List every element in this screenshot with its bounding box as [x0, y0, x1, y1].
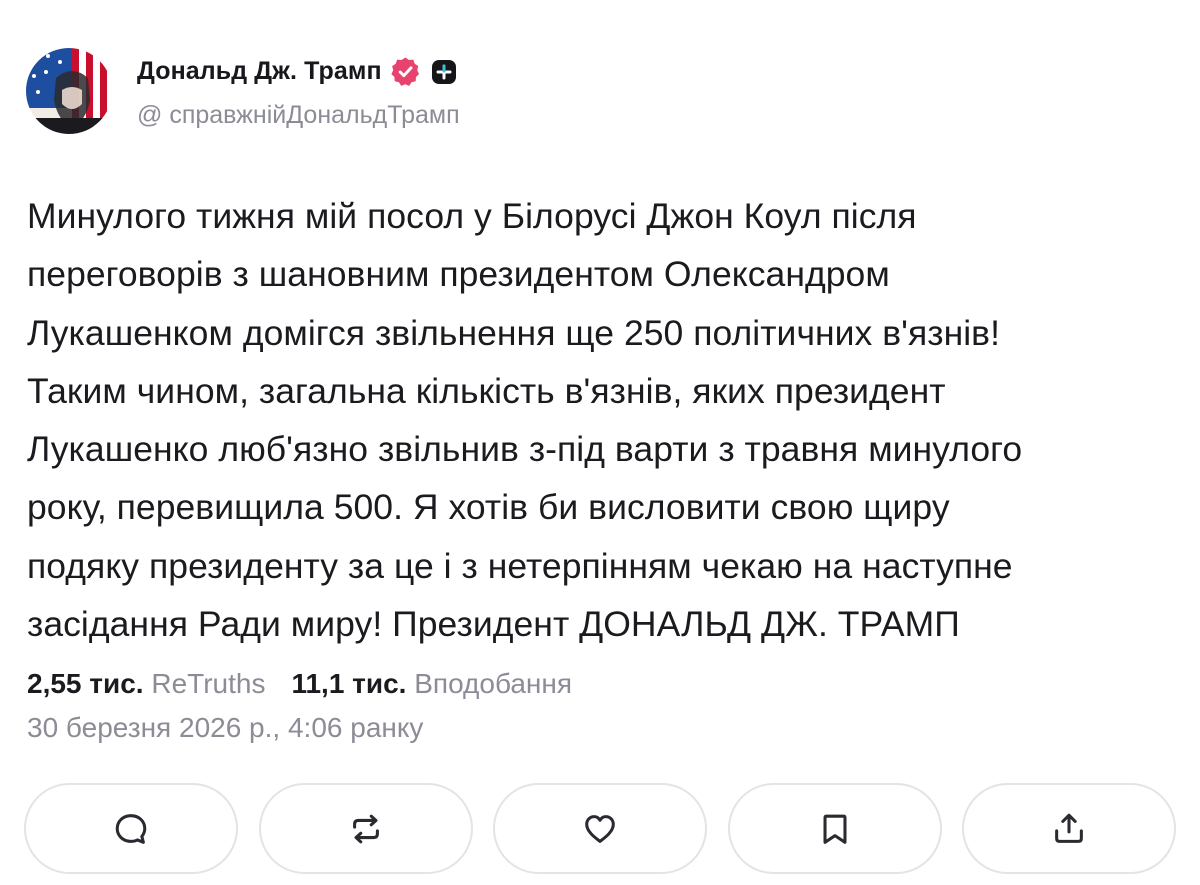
bookmark-icon — [823, 814, 846, 844]
post-line: Минулого тижня мій посол у Білорусі Джон… — [27, 196, 917, 236]
post-line: Лукашенко люб'язно звільнив з-під варти … — [27, 429, 1023, 470]
post-body: Минулого тижня мій посол у Білорусі Джон… — [27, 187, 1177, 653]
verified-badge-icon — [390, 56, 421, 87]
likes-stat[interactable]: 11,1 тис. Вподобання — [291, 668, 572, 699]
likes-label: Вподобання — [414, 668, 573, 699]
post-line: року, перевищила 500. Я хотів би вислови… — [27, 487, 950, 528]
reply-button[interactable] — [24, 783, 238, 874]
author-name[interactable]: Дональд Дж. Трамп — [137, 57, 382, 86]
post-line: переговорів з шановним президентом Олекс… — [27, 254, 890, 295]
post-line: подяку президенту за це і з нетерпінням … — [27, 545, 1013, 586]
author-avatar[interactable] — [26, 48, 112, 134]
share-button[interactable] — [962, 783, 1176, 874]
retruths-count: 2,55 тис. — [27, 668, 144, 699]
plus-badge-icon — [431, 59, 457, 85]
avatar-image — [26, 48, 112, 134]
likes-count: 11,1 тис. — [291, 668, 407, 699]
repost-icon — [352, 814, 379, 843]
post-timestamp: 30 березня 2026 р., 4:06 ранку — [27, 712, 424, 743]
share-icon — [1055, 813, 1083, 843]
like-button[interactable] — [493, 783, 707, 874]
retruths-label: ReTruths — [151, 668, 266, 699]
retruths-stat[interactable]: 2,55 тис. ReTruths — [27, 668, 265, 699]
comment-icon — [115, 813, 147, 844]
bookmark-button[interactable] — [727, 783, 942, 874]
engagement-stats: 2,55 тис. ReTruths 11,1 тис. Вподобання — [27, 664, 572, 704]
post-line: засідання Ради миру! Президент ДОНАЛЬД Д… — [27, 604, 960, 645]
heart-icon — [585, 814, 615, 843]
action-bar — [24, 783, 1176, 875]
retruth-button[interactable] — [258, 783, 473, 874]
post-line: Таким чином, загальна кількість в'язнів,… — [27, 370, 946, 411]
author-name-row[interactable]: Дональд Дж. Трамп — [137, 56, 457, 87]
author-handle[interactable]: @ справжнійДональдТрамп — [137, 101, 460, 130]
post-line: Лукашенком домігся звільнення ще 250 пол… — [27, 312, 1000, 353]
